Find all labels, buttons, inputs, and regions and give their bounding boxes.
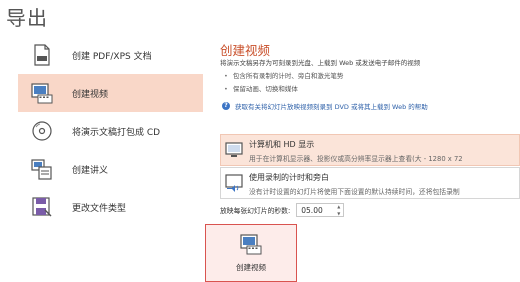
nav-change-file-type[interactable]: 更改文件类型 (18, 188, 203, 226)
help-link-text: 获取有关将幻灯片放映视频刻录到 DVD 或将其上载到 Web 的帮助 (235, 103, 428, 111)
nav-create-handouts[interactable]: 创建讲义 (18, 150, 203, 188)
create-video-button[interactable]: 创建视频 (205, 224, 297, 282)
page-title: 导出 (6, 6, 48, 30)
seconds-spinner[interactable]: 05.00 ▲ ▼ (296, 203, 345, 217)
spinner-arrows[interactable]: ▲ ▼ (334, 204, 343, 216)
pdf-document-icon (30, 42, 54, 68)
save-file-icon (30, 194, 54, 220)
seconds-row: 放映每张幻灯片的秒数: 05.00 ▲ ▼ (220, 203, 345, 217)
nav-package-cd[interactable]: 将演示文稿打包成 CD (18, 112, 203, 150)
bullet-item: 保留动画、切换和媒体 (224, 83, 298, 93)
create-video-label: 创建视频 (236, 263, 266, 272)
timing-title: 使用录制的计时和旁白 (249, 173, 329, 182)
timing-subtitle: 没有计时设置的幻灯片将使用下面设置的默认持续时间，还将包括录制 (249, 188, 460, 196)
monitor-icon (225, 141, 243, 159)
seconds-label: 放映每张幻灯片的秒数: (220, 207, 291, 215)
help-icon: ? (222, 102, 230, 110)
cd-icon (30, 118, 54, 144)
section-description: 将演示文稿另存为可刻录到光盘、上载到 Web 或发送电子邮件的视频 (220, 59, 421, 67)
chevron-down-icon[interactable]: ▼ (337, 211, 340, 216)
quality-dropdown[interactable]: 计算机和 HD 显示 用于在计算机显示器、投影仪或高分辨率显示器上查看(大 - … (220, 134, 520, 166)
nav-label: 创建 PDF/XPS 文档 (72, 51, 152, 62)
quality-subtitle: 用于在计算机显示器、投影仪或高分辨率显示器上查看(大 - 1280 x 72 (249, 155, 463, 163)
bullet-item: 包含所有录制的计时、旁白和激光笔势 (224, 70, 344, 80)
nav-label: 更改文件类型 (72, 203, 127, 214)
nav-label: 创建讲义 (72, 165, 109, 176)
nav-create-pdf-xps[interactable]: 创建 PDF/XPS 文档 (18, 36, 203, 74)
timing-dropdown[interactable]: 使用录制的计时和旁白 没有计时设置的幻灯片将使用下面设置的默认持续时间，还将包括… (220, 167, 520, 199)
help-link[interactable]: ? 获取有关将幻灯片放映视频刻录到 DVD 或将其上载到 Web 的帮助 (222, 101, 428, 111)
recording-icon (225, 174, 243, 192)
video-icon (30, 80, 54, 106)
handout-icon (30, 156, 54, 182)
quality-title: 计算机和 HD 显示 (249, 140, 315, 149)
nav-label: 创建视频 (72, 89, 109, 100)
nav-create-video[interactable]: 创建视频 (18, 74, 203, 112)
chevron-up-icon[interactable]: ▲ (337, 204, 340, 209)
nav-label: 将演示文稿打包成 CD (72, 127, 161, 138)
seconds-value[interactable]: 05.00 (297, 206, 334, 215)
video-icon (240, 233, 262, 255)
